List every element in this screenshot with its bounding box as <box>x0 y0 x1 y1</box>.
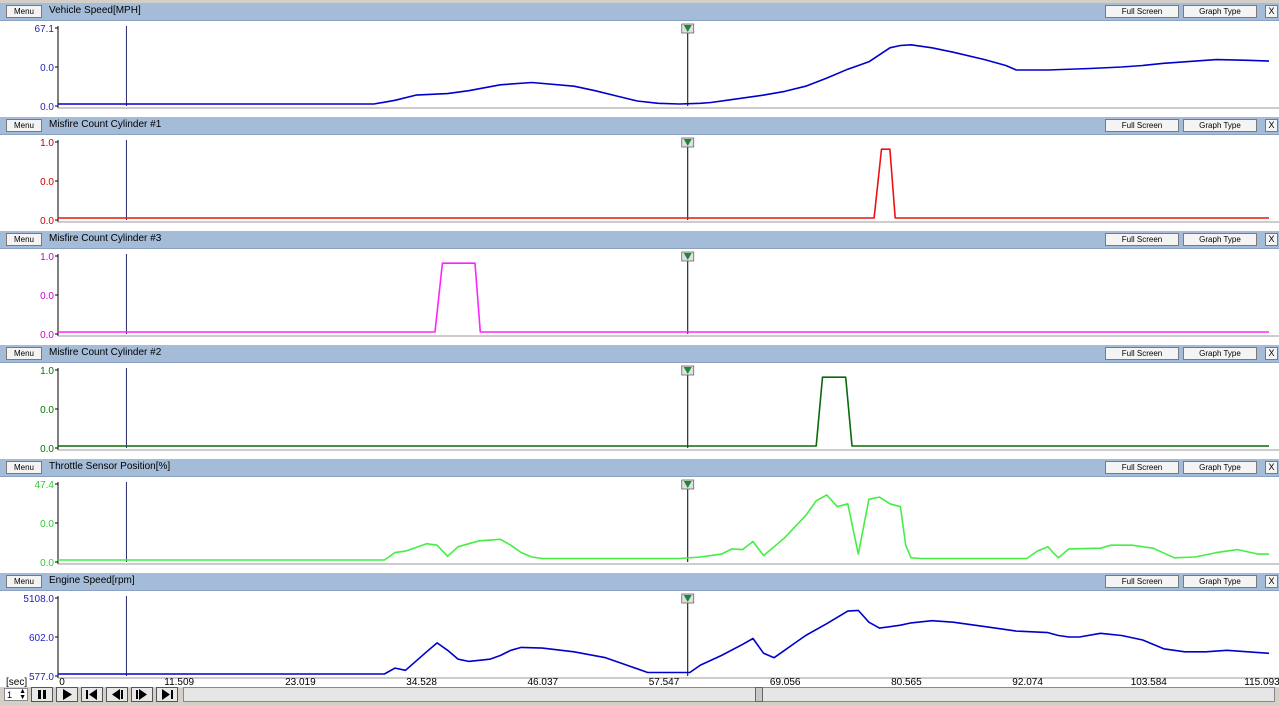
panel-title: Misfire Count Cylinder #2 <box>49 347 162 358</box>
close-panel-button[interactable]: X <box>1265 347 1278 360</box>
panel-header: Menu Misfire Count Cylinder #3 Full Scre… <box>0 231 1279 249</box>
skip-start-icon <box>86 689 97 700</box>
y-tick-label: 0.0 <box>40 330 54 341</box>
panel-header: Menu Throttle Sensor Position[%] Full Sc… <box>0 459 1279 477</box>
graph-panel: Menu Throttle Sensor Position[%] Full Sc… <box>0 459 1279 573</box>
panel-header: Menu Vehicle Speed[MPH] Full Screen Grap… <box>0 3 1279 21</box>
panel-title: Engine Speed[rpm] <box>49 575 135 586</box>
menu-button[interactable]: Menu <box>6 5 42 18</box>
menu-button[interactable]: Menu <box>6 461 42 474</box>
plot-area: 1.0 0.0 0.0 <box>40 251 1279 341</box>
y-tick-label: 5108.0 <box>23 594 54 605</box>
skip-to-end-button[interactable] <box>156 687 178 702</box>
playback-speed-spinner[interactable]: 1 ▲ ▼ <box>4 688 28 701</box>
graph-panel: Menu Misfire Count Cylinder #1 Full Scre… <box>0 117 1279 231</box>
cursor-marker-icon <box>681 593 695 604</box>
y-tick-label: 0.0 <box>40 558 54 569</box>
pause-icon <box>38 690 46 699</box>
step-back-button[interactable] <box>106 687 128 702</box>
y-tick-label: 602.0 <box>29 633 54 644</box>
panel-header: Menu Engine Speed[rpm] Full Screen Graph… <box>0 573 1279 591</box>
play-icon <box>63 689 72 700</box>
panel-title: Throttle Sensor Position[%] <box>49 461 171 472</box>
full-screen-button[interactable]: Full Screen <box>1105 347 1179 360</box>
y-tick-label: 0.0 <box>40 177 54 188</box>
full-screen-button[interactable]: Full Screen <box>1105 5 1179 18</box>
y-tick-label: 0.0 <box>40 444 54 455</box>
cursor-marker-icon <box>681 23 695 34</box>
series-line <box>58 494 1269 561</box>
full-screen-button[interactable]: Full Screen <box>1105 119 1179 132</box>
cursor-marker-icon <box>681 365 695 376</box>
skip-end-icon <box>162 689 173 700</box>
close-panel-button[interactable]: X <box>1265 461 1278 474</box>
y-tick-label: 0.0 <box>40 102 54 113</box>
y-tick-label: 577.0 <box>29 672 54 683</box>
menu-button[interactable]: Menu <box>6 575 42 588</box>
cursor-marker-icon <box>681 479 695 490</box>
full-screen-button[interactable]: Full Screen <box>1105 461 1179 474</box>
close-panel-button[interactable]: X <box>1265 5 1278 18</box>
menu-button[interactable]: Menu <box>6 119 42 132</box>
graph-panel: Menu Misfire Count Cylinder #2 Full Scre… <box>0 345 1279 459</box>
panel-header: Menu Misfire Count Cylinder #2 Full Scre… <box>0 345 1279 363</box>
y-tick-label: 0.0 <box>40 291 54 302</box>
series-line <box>58 609 1270 675</box>
full-screen-button[interactable]: Full Screen <box>1105 233 1179 246</box>
y-tick-label: 1.0 <box>40 138 54 149</box>
plot-area: 1.0 0.0 0.0 <box>40 137 1279 227</box>
close-panel-button[interactable]: X <box>1265 233 1278 246</box>
panel-title: Misfire Count Cylinder #1 <box>49 119 162 130</box>
menu-button[interactable]: Menu <box>6 347 42 360</box>
series-line <box>58 376 1269 447</box>
step-back-icon <box>112 689 123 700</box>
graph-panel: Menu Vehicle Speed[MPH] Full Screen Grap… <box>0 3 1279 117</box>
plot-area: 47.4 0.0 0.0 <box>35 479 1279 569</box>
graph-type-button[interactable]: Graph Type <box>1183 575 1257 588</box>
graph-type-button[interactable]: Graph Type <box>1183 347 1257 360</box>
y-tick-label: 0.0 <box>40 216 54 227</box>
y-tick-label: 47.4 <box>35 480 55 491</box>
y-tick-label: 0.0 <box>40 405 54 416</box>
graph-type-button[interactable]: Graph Type <box>1183 461 1257 474</box>
spinner-arrows-icon: ▲ ▼ <box>19 688 26 701</box>
y-tick-label: 0.0 <box>40 63 54 74</box>
y-tick-label: 1.0 <box>40 366 54 377</box>
plot-area: 67.1 0.0 0.0 <box>35 23 1279 113</box>
graph-type-button[interactable]: Graph Type <box>1183 119 1257 132</box>
menu-button[interactable]: Menu <box>6 233 42 246</box>
close-panel-button[interactable]: X <box>1265 119 1278 132</box>
step-forward-icon <box>136 689 147 700</box>
panel-title: Misfire Count Cylinder #3 <box>49 233 162 244</box>
timeline-scrollbar[interactable] <box>183 687 1275 702</box>
cursor-marker-icon <box>681 251 695 262</box>
playback-speed-value: 1 <box>7 690 13 700</box>
series-line <box>58 148 1269 219</box>
y-tick-label: 0.0 <box>40 519 54 530</box>
graph-type-button[interactable]: Graph Type <box>1183 233 1257 246</box>
graph-type-button[interactable]: Graph Type <box>1183 5 1257 18</box>
cursor-marker-icon <box>681 137 695 148</box>
graph-panel: Menu Misfire Count Cylinder #3 Full Scre… <box>0 231 1279 345</box>
play-button[interactable] <box>56 687 78 702</box>
full-screen-button[interactable]: Full Screen <box>1105 575 1179 588</box>
close-panel-button[interactable]: X <box>1265 575 1278 588</box>
series-line <box>58 262 1269 333</box>
step-forward-button[interactable] <box>131 687 153 702</box>
series-line <box>58 43 1270 105</box>
graph-panel: Menu Engine Speed[rpm] Full Screen Graph… <box>0 573 1279 687</box>
pause-button[interactable] <box>31 687 53 702</box>
timeline-scrollbar-thumb[interactable] <box>755 687 763 702</box>
panel-header: Menu Misfire Count Cylinder #1 Full Scre… <box>0 117 1279 135</box>
panel-title: Vehicle Speed[MPH] <box>49 5 141 16</box>
plot-area: 5108.0 602.0 577.0 <box>23 593 1279 683</box>
plot-area: 1.0 0.0 0.0 <box>40 365 1279 455</box>
y-tick-label: 1.0 <box>40 252 54 263</box>
y-tick-label: 67.1 <box>35 24 55 35</box>
skip-to-start-button[interactable] <box>81 687 103 702</box>
